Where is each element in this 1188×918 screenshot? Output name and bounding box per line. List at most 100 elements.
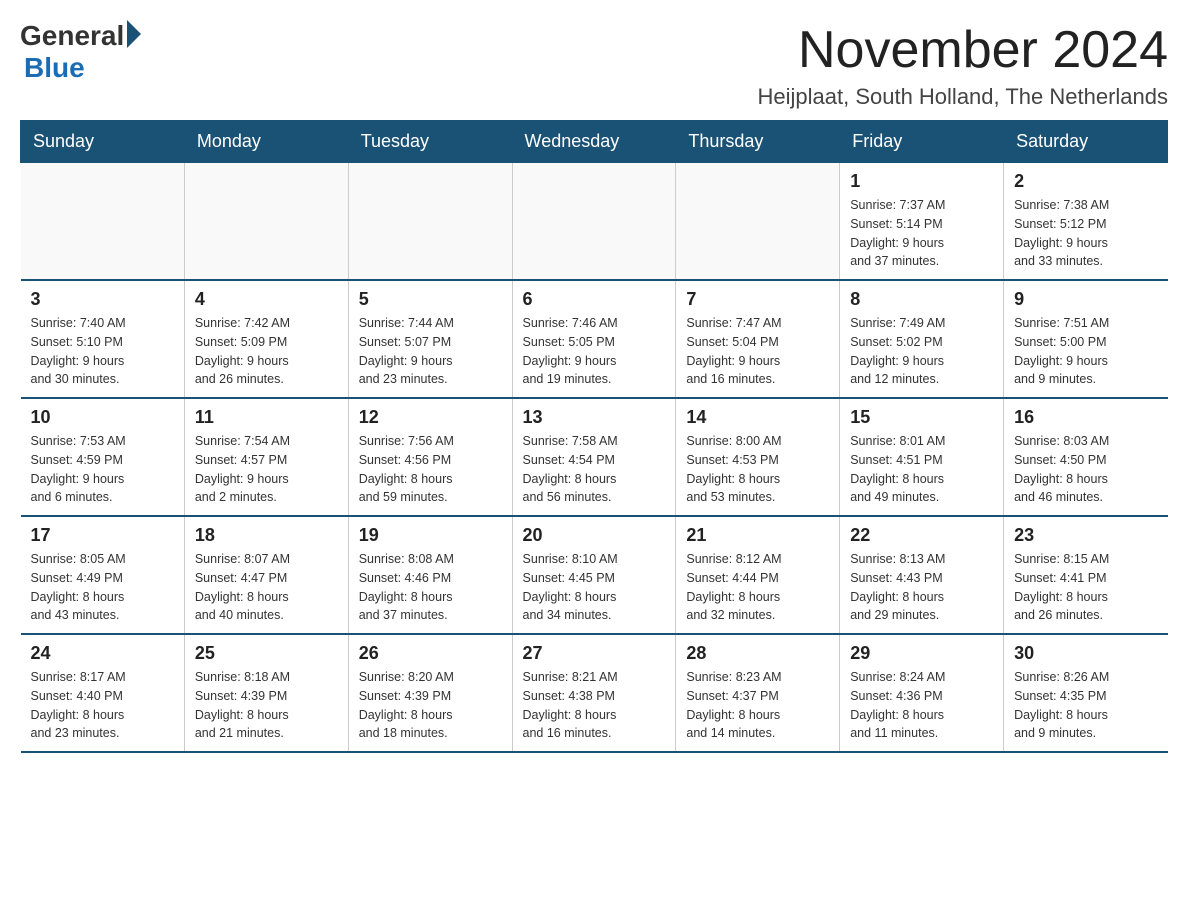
day-number: 3 (31, 289, 174, 310)
day-info: Sunrise: 7:53 AM Sunset: 4:59 PM Dayligh… (31, 432, 174, 507)
title-block: November 2024 Heijplaat, South Holland, … (757, 20, 1168, 110)
day-cell: 13 Sunrise: 7:58 AM Sunset: 4:54 PM Dayli… (512, 398, 676, 516)
day-number: 23 (1014, 525, 1157, 546)
day-info: Sunrise: 8:13 AM Sunset: 4:43 PM Dayligh… (850, 550, 993, 625)
day-cell: 19 Sunrise: 8:08 AM Sunset: 4:46 PM Dayli… (348, 516, 512, 634)
month-title: November 2024 (757, 20, 1168, 80)
day-cell: 3 Sunrise: 7:40 AM Sunset: 5:10 PM Daylig… (21, 280, 185, 398)
day-info: Sunrise: 7:51 AM Sunset: 5:00 PM Dayligh… (1014, 314, 1157, 389)
logo-general-text: General (20, 20, 124, 52)
day-info: Sunrise: 8:26 AM Sunset: 4:35 PM Dayligh… (1014, 668, 1157, 743)
day-number: 28 (686, 643, 829, 664)
day-info: Sunrise: 8:03 AM Sunset: 4:50 PM Dayligh… (1014, 432, 1157, 507)
day-cell: 26 Sunrise: 8:20 AM Sunset: 4:39 PM Dayli… (348, 634, 512, 752)
day-info: Sunrise: 7:40 AM Sunset: 5:10 PM Dayligh… (31, 314, 174, 389)
day-info: Sunrise: 7:47 AM Sunset: 5:04 PM Dayligh… (686, 314, 829, 389)
day-info: Sunrise: 7:44 AM Sunset: 5:07 PM Dayligh… (359, 314, 502, 389)
day-info: Sunrise: 8:12 AM Sunset: 4:44 PM Dayligh… (686, 550, 829, 625)
day-cell: 12Sunrise: 7:56 AM Sunset: 4:56 PM Dayli… (348, 398, 512, 516)
day-info: Sunrise: 8:07 AM Sunset: 4:47 PM Dayligh… (195, 550, 338, 625)
day-cell: 15Sunrise: 8:01 AM Sunset: 4:51 PM Dayli… (840, 398, 1004, 516)
header-saturday: Saturday (1004, 121, 1168, 163)
week-row-4: 17 Sunrise: 8:05 AM Sunset: 4:49 PM Dayli… (21, 516, 1168, 634)
day-info: Sunrise: 8:00 AM Sunset: 4:53 PM Dayligh… (686, 432, 829, 507)
weekday-header-row: Sunday Monday Tuesday Wednesday Thursday… (21, 121, 1168, 163)
header-tuesday: Tuesday (348, 121, 512, 163)
day-number: 19 (359, 525, 502, 546)
day-number: 2 (1014, 171, 1157, 192)
day-cell: 7Sunrise: 7:47 AM Sunset: 5:04 PM Daylig… (676, 280, 840, 398)
day-number: 10 (31, 407, 174, 428)
day-cell: 30Sunrise: 8:26 AM Sunset: 4:35 PM Dayli… (1004, 634, 1168, 752)
day-info: Sunrise: 8:20 AM Sunset: 4:39 PM Dayligh… (359, 668, 502, 743)
day-number: 17 (31, 525, 174, 546)
day-info: Sunrise: 8:24 AM Sunset: 4:36 PM Dayligh… (850, 668, 993, 743)
day-info: Sunrise: 7:49 AM Sunset: 5:02 PM Dayligh… (850, 314, 993, 389)
day-number: 22 (850, 525, 993, 546)
day-cell: 21 Sunrise: 8:12 AM Sunset: 4:44 PM Dayli… (676, 516, 840, 634)
day-number: 29 (850, 643, 993, 664)
day-cell (348, 163, 512, 281)
day-cell: 14 Sunrise: 8:00 AM Sunset: 4:53 PM Dayli… (676, 398, 840, 516)
day-info: Sunrise: 8:10 AM Sunset: 4:45 PM Dayligh… (523, 550, 666, 625)
day-info: Sunrise: 7:37 AM Sunset: 5:14 PM Dayligh… (850, 196, 993, 271)
day-number: 14 (686, 407, 829, 428)
day-number: 13 (523, 407, 666, 428)
week-row-2: 3 Sunrise: 7:40 AM Sunset: 5:10 PM Daylig… (21, 280, 1168, 398)
day-cell (21, 163, 185, 281)
day-cell: 29 Sunrise: 8:24 AM Sunset: 4:36 PM Dayli… (840, 634, 1004, 752)
day-info: Sunrise: 7:58 AM Sunset: 4:54 PM Dayligh… (523, 432, 666, 507)
page-header: General Blue November 2024 Heijplaat, So… (20, 20, 1168, 110)
day-cell: 9 Sunrise: 7:51 AM Sunset: 5:00 PM Daylig… (1004, 280, 1168, 398)
day-number: 6 (523, 289, 666, 310)
header-monday: Monday (184, 121, 348, 163)
calendar-table: Sunday Monday Tuesday Wednesday Thursday… (20, 120, 1168, 753)
day-info: Sunrise: 8:05 AM Sunset: 4:49 PM Dayligh… (31, 550, 174, 625)
day-cell: 18Sunrise: 8:07 AM Sunset: 4:47 PM Dayli… (184, 516, 348, 634)
day-info: Sunrise: 8:21 AM Sunset: 4:38 PM Dayligh… (523, 668, 666, 743)
day-cell: 28 Sunrise: 8:23 AM Sunset: 4:37 PM Dayli… (676, 634, 840, 752)
logo-blue-text: Blue (24, 52, 85, 83)
day-info: Sunrise: 8:15 AM Sunset: 4:41 PM Dayligh… (1014, 550, 1157, 625)
header-thursday: Thursday (676, 121, 840, 163)
day-number: 26 (359, 643, 502, 664)
day-cell: 24 Sunrise: 8:17 AM Sunset: 4:40 PM Dayli… (21, 634, 185, 752)
day-cell: 16 Sunrise: 8:03 AM Sunset: 4:50 PM Dayli… (1004, 398, 1168, 516)
day-number: 25 (195, 643, 338, 664)
week-row-1: 1 Sunrise: 7:37 AM Sunset: 5:14 PM Daylig… (21, 163, 1168, 281)
logo-arrow-icon (127, 20, 141, 48)
day-number: 8 (850, 289, 993, 310)
day-info: Sunrise: 8:01 AM Sunset: 4:51 PM Dayligh… (850, 432, 993, 507)
header-friday: Friday (840, 121, 1004, 163)
day-info: Sunrise: 7:46 AM Sunset: 5:05 PM Dayligh… (523, 314, 666, 389)
day-cell: 2 Sunrise: 7:38 AM Sunset: 5:12 PM Daylig… (1004, 163, 1168, 281)
day-cell: 22 Sunrise: 8:13 AM Sunset: 4:43 PM Dayli… (840, 516, 1004, 634)
day-number: 9 (1014, 289, 1157, 310)
day-info: Sunrise: 8:23 AM Sunset: 4:37 PM Dayligh… (686, 668, 829, 743)
day-cell (184, 163, 348, 281)
header-sunday: Sunday (21, 121, 185, 163)
day-cell: 6 Sunrise: 7:46 AM Sunset: 5:05 PM Daylig… (512, 280, 676, 398)
day-info: Sunrise: 7:54 AM Sunset: 4:57 PM Dayligh… (195, 432, 338, 507)
day-number: 1 (850, 171, 993, 192)
day-number: 24 (31, 643, 174, 664)
day-number: 21 (686, 525, 829, 546)
day-info: Sunrise: 8:08 AM Sunset: 4:46 PM Dayligh… (359, 550, 502, 625)
day-number: 16 (1014, 407, 1157, 428)
week-row-3: 10 Sunrise: 7:53 AM Sunset: 4:59 PM Dayli… (21, 398, 1168, 516)
day-number: 27 (523, 643, 666, 664)
day-number: 4 (195, 289, 338, 310)
day-number: 20 (523, 525, 666, 546)
week-row-5: 24 Sunrise: 8:17 AM Sunset: 4:40 PM Dayli… (21, 634, 1168, 752)
day-info: Sunrise: 7:38 AM Sunset: 5:12 PM Dayligh… (1014, 196, 1157, 271)
day-info: Sunrise: 8:18 AM Sunset: 4:39 PM Dayligh… (195, 668, 338, 743)
day-cell: 27 Sunrise: 8:21 AM Sunset: 4:38 PM Dayli… (512, 634, 676, 752)
day-cell: 10 Sunrise: 7:53 AM Sunset: 4:59 PM Dayli… (21, 398, 185, 516)
day-cell: 25 Sunrise: 8:18 AM Sunset: 4:39 PM Dayli… (184, 634, 348, 752)
day-cell (512, 163, 676, 281)
header-wednesday: Wednesday (512, 121, 676, 163)
day-number: 5 (359, 289, 502, 310)
day-info: Sunrise: 8:17 AM Sunset: 4:40 PM Dayligh… (31, 668, 174, 743)
day-number: 12 (359, 407, 502, 428)
day-info: Sunrise: 7:42 AM Sunset: 5:09 PM Dayligh… (195, 314, 338, 389)
